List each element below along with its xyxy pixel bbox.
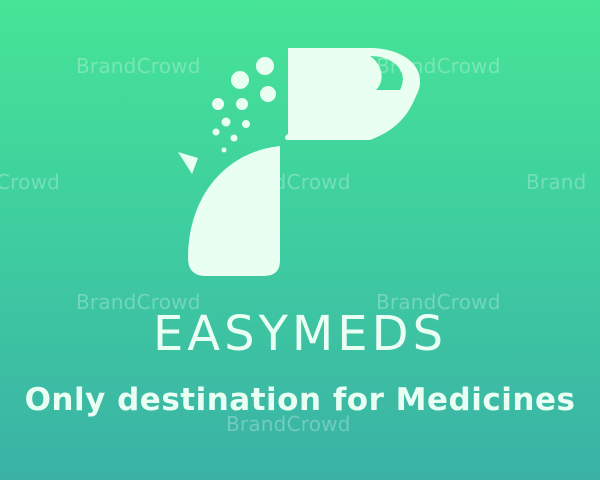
- watermark-text: Brand: [526, 170, 587, 194]
- logo-canvas: BrandCrowd BrandCrowd Crowd BrandCrowd B…: [0, 0, 600, 480]
- watermark-text: Crowd: [0, 170, 61, 194]
- brand-name: EASYMEDS: [152, 306, 448, 362]
- pill-letter-p-icon: [178, 48, 421, 276]
- brand-tagline: Only destination for Medicines: [24, 382, 576, 418]
